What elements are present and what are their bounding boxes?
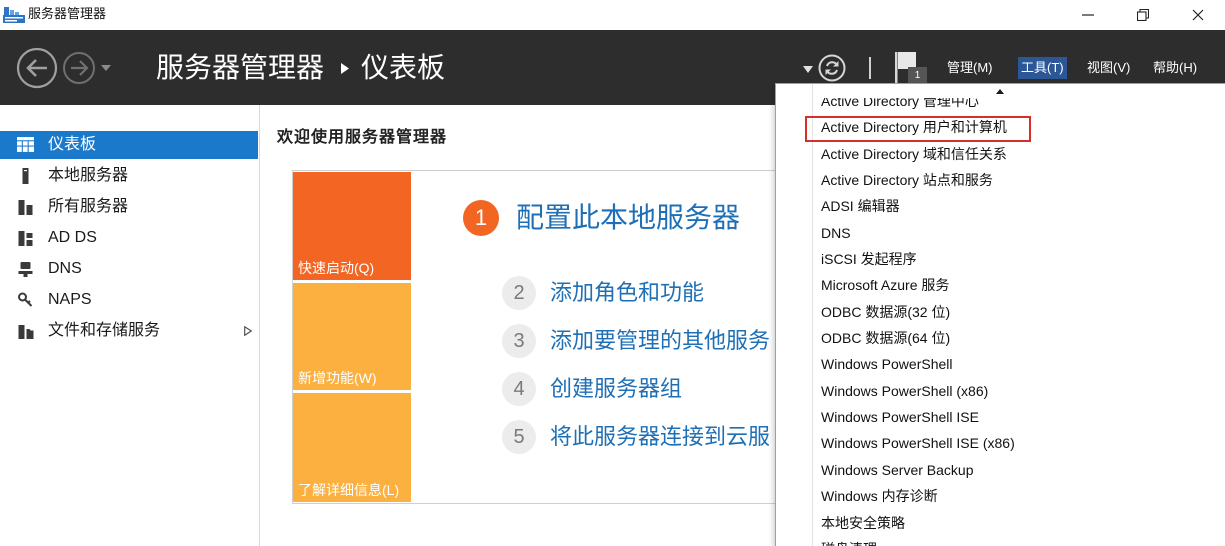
tile-label: 了解详细信息(L): [298, 482, 400, 498]
history-dropdown-button[interactable]: [100, 64, 112, 72]
menu-list: Active Directory 管理中心 Active Directory 用…: [776, 98, 1225, 546]
restore-icon: [1137, 9, 1149, 21]
menu-item-adsi-edit[interactable]: ADSI 编辑器: [776, 193, 1225, 219]
menu-item-powershell-x86[interactable]: Windows PowerShell (x86): [776, 378, 1225, 404]
menu-item-ad-administrative-center[interactable]: Active Directory 管理中心: [776, 98, 1225, 114]
notifications-button[interactable]: 1: [892, 50, 932, 86]
step-number-badge: 2: [502, 276, 536, 310]
menu-item-odbc-64[interactable]: ODBC 数据源(64 位): [776, 325, 1225, 351]
menu-item-azure-services[interactable]: Microsoft Azure 服务: [776, 272, 1225, 298]
sidebar-item-label: 仪表板: [48, 136, 97, 153]
step-number-badge: 5: [502, 420, 536, 454]
step-add-other-servers[interactable]: 3 添加要管理的其他服务: [0, 321, 780, 361]
menu-item-server-backup[interactable]: Windows Server Backup: [776, 457, 1225, 483]
breadcrumb-current: 仪表板: [361, 52, 446, 83]
welcome-title: 欢迎使用服务器管理器: [277, 129, 448, 146]
forward-button[interactable]: [62, 51, 96, 85]
server-manager-app-icon: [3, 6, 25, 23]
minimize-icon: [1082, 14, 1094, 16]
menu-item-powershell-ise[interactable]: Windows PowerShell ISE: [776, 404, 1225, 430]
step-create-server-group[interactable]: 4 创建服务器组: [0, 369, 780, 409]
menu-item-ad-domains-trusts[interactable]: Active Directory 域和信任关系: [776, 141, 1225, 167]
minimize-button[interactable]: [1065, 0, 1111, 30]
notifications-badge: 1: [908, 67, 927, 84]
step-connect-cloud[interactable]: 5 将此服务器连接到云服: [0, 417, 780, 457]
restore-button[interactable]: [1120, 0, 1166, 30]
back-button[interactable]: [16, 47, 58, 89]
step-link[interactable]: 添加角色和功能: [550, 273, 704, 313]
sidebar-item-label: 本地服务器: [48, 167, 129, 184]
menu-viewport: Active Directory 管理中心 Active Directory 用…: [776, 98, 1225, 546]
menu-view[interactable]: 视图(V): [1084, 57, 1133, 79]
back-arrow-icon: [16, 47, 58, 89]
chevron-down-icon: [101, 65, 111, 71]
local-server-icon: [17, 168, 34, 184]
menu-help[interactable]: 帮助(H): [1150, 57, 1200, 79]
forward-arrow-icon: [63, 52, 95, 84]
menu-item-ad-users-computers[interactable]: Active Directory 用户和计算机: [776, 114, 1225, 140]
step-link[interactable]: 将此服务器连接到云服: [550, 417, 770, 457]
menu-item-local-security-policy[interactable]: 本地安全策略: [776, 510, 1225, 536]
menu-tools[interactable]: 工具(T): [1018, 57, 1067, 79]
menu-item-odbc-32[interactable]: ODBC 数据源(32 位): [776, 299, 1225, 325]
close-icon: [1192, 9, 1204, 21]
step-number-badge: 3: [502, 324, 536, 358]
step-number-badge: 1: [463, 200, 499, 236]
menu-item-memory-diagnostic[interactable]: Windows 内存诊断: [776, 483, 1225, 509]
step-add-roles-features[interactable]: 2 添加角色和功能: [0, 273, 780, 313]
tools-dropdown-menu: Active Directory 管理中心 Active Directory 用…: [775, 83, 1225, 546]
refresh-icon: [818, 54, 846, 82]
step-link[interactable]: 添加要管理的其他服务: [550, 321, 770, 361]
window-title: 服务器管理器: [28, 6, 107, 21]
sidebar-item-local-server[interactable]: 本地服务器: [0, 162, 258, 190]
title-bar: 服务器管理器: [0, 0, 1225, 30]
breadcrumb-separator-icon: [341, 63, 349, 74]
step-link[interactable]: 创建服务器组: [550, 369, 682, 409]
menu-item-iscsi-initiator[interactable]: iSCSI 发起程序: [776, 246, 1225, 272]
sidebar-item-dashboard[interactable]: 仪表板: [0, 131, 258, 159]
menu-item-disk-cleanup[interactable]: 磁盘清理: [776, 536, 1225, 546]
refresh-button[interactable]: [818, 54, 846, 82]
breadcrumb-root[interactable]: 服务器管理器: [156, 48, 324, 88]
step-number-badge: 4: [502, 372, 536, 406]
step-link[interactable]: 配置此本地服务器: [516, 198, 740, 238]
menu-item-dns[interactable]: DNS: [776, 220, 1225, 246]
menu-item-powershell-ise-x86[interactable]: Windows PowerShell ISE (x86): [776, 430, 1225, 456]
scroll-up-arrow-icon[interactable]: [996, 89, 1004, 94]
menu-item-powershell[interactable]: Windows PowerShell: [776, 351, 1225, 377]
close-button[interactable]: [1175, 0, 1221, 30]
dashboard-icon: [17, 137, 34, 153]
header-divider: [869, 57, 871, 79]
menu-manage[interactable]: 管理(M): [944, 57, 996, 79]
breadcrumb-dropdown-button[interactable]: [803, 66, 813, 73]
step-configure-local-server[interactable]: 1 配置此本地服务器: [0, 198, 780, 238]
menu-item-ad-sites-services[interactable]: Active Directory 站点和服务: [776, 167, 1225, 193]
chevron-down-icon: [803, 66, 813, 73]
